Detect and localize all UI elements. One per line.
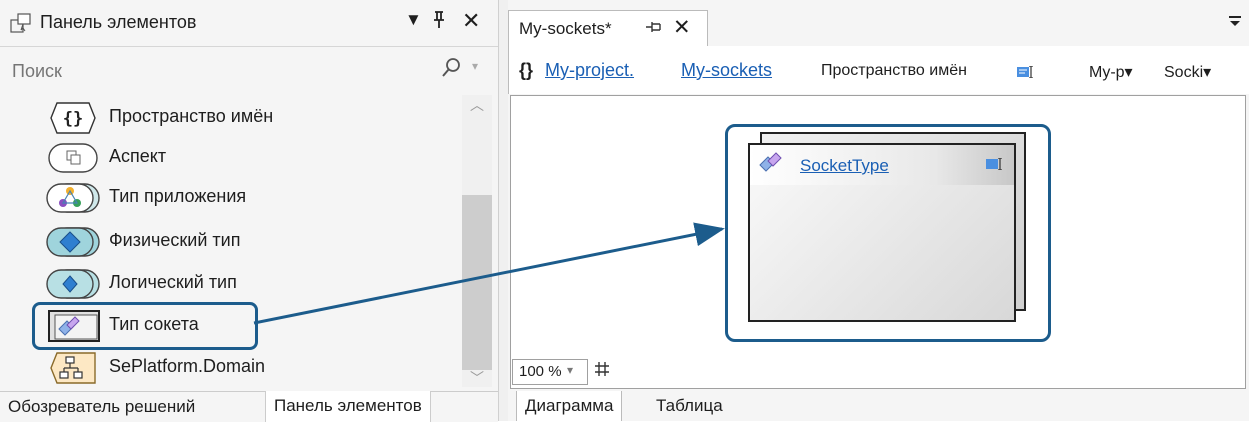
sockets-dropdown[interactable]: Socki▾ [1164, 62, 1211, 82]
diagram-canvas[interactable]: SocketType [510, 95, 1246, 389]
logical-type-icon [46, 269, 100, 299]
toolbox-header: Панель элементов ▼ ✕ [0, 0, 498, 47]
namespace-brace-icon: {} [519, 60, 534, 80]
search-dropdown-icon[interactable]: ▾ [472, 59, 478, 73]
socket-type-icon [759, 152, 782, 172]
toolbox-item-highlight [32, 302, 258, 350]
editor-view-tabs: Диаграмма Таблица [508, 391, 1249, 421]
toolbox-item-label: Пространство имён [109, 106, 274, 126]
toolbox-item-physical-type[interactable]: Физический тип [45, 221, 445, 261]
breadcrumb-project-link[interactable]: My-project. [545, 60, 634, 81]
socket-shape[interactable]: SocketType [748, 143, 1016, 322]
properties-icon[interactable] [1017, 66, 1035, 78]
document-tab-label: My-sockets* [519, 19, 612, 38]
svg-text:{}: {} [63, 109, 83, 129]
breadcrumb-sockets-link[interactable]: My-sockets [681, 60, 772, 81]
search-icon[interactable] [440, 57, 462, 79]
scrollbar-thumb[interactable] [462, 195, 492, 370]
toolbox-item-namespace[interactable]: {} Пространство имён [45, 97, 445, 137]
grid-toggle-icon[interactable] [594, 361, 610, 382]
zoom-value: 100 % [519, 363, 562, 380]
toolbox-item-aspect[interactable]: Аспект [45, 137, 445, 177]
toolbox-item-label: SePlatform.Domain [109, 356, 266, 376]
application-type-icon [46, 183, 100, 213]
chevron-down-icon[interactable]: ▼ [405, 10, 422, 30]
project-dropdown[interactable]: My-p▾ [1089, 62, 1133, 82]
tab-table[interactable]: Таблица [648, 391, 731, 421]
socket-type-name[interactable]: SocketType [800, 156, 889, 176]
document-tab[interactable]: My-sockets* ✕ [508, 10, 708, 47]
editor-area: My-sockets* ✕ {} My-project. My-sockets … [508, 0, 1249, 421]
properties-icon[interactable] [986, 158, 1004, 170]
tab-toolbox[interactable]: Панель элементов [265, 391, 431, 422]
pin-icon[interactable] [645, 19, 663, 40]
zoom-select[interactable]: 100 % ▾ [512, 359, 588, 385]
close-icon[interactable]: ✕ [462, 8, 480, 34]
toolbox-item-label: Физический тип [109, 230, 241, 250]
toolbox-panel: Панель элементов ▼ ✕ ▾ {} Пространство и… [0, 0, 498, 422]
scroll-down-icon[interactable]: ﹀ [470, 368, 484, 388]
breadcrumb: {} My-project. My-sockets Пространство и… [508, 46, 1249, 94]
toolbox-item-logical-type[interactable]: Логический тип [45, 263, 445, 303]
scroll-up-icon[interactable]: ︿ [470, 95, 484, 115]
pin-icon[interactable] [432, 10, 446, 35]
tab-diagram[interactable]: Диаграмма [516, 391, 623, 421]
toolbox-item-label: Логический тип [109, 272, 237, 292]
left-panel-tabs: Обозреватель решений Панель элементов [0, 391, 498, 422]
physical-type-icon [46, 227, 100, 257]
close-icon[interactable]: ✕ [673, 15, 691, 40]
chevron-down-icon: ▾ [567, 363, 574, 377]
tab-overflow-icon[interactable] [1228, 14, 1242, 32]
breadcrumb-kind: Пространство имён [821, 62, 967, 79]
toolbox-item-domain[interactable]: SePlatform.Domain [45, 347, 445, 387]
toolbox-item-label: Тип приложения [109, 186, 247, 206]
search-bar: ▾ [0, 47, 498, 95]
toolbox-item-application-type[interactable]: Тип приложения [45, 177, 445, 217]
namespace-icon: {} [50, 102, 96, 134]
aspect-icon [48, 143, 98, 173]
tab-solution-explorer[interactable]: Обозреватель решений [0, 392, 203, 422]
domain-icon [50, 352, 96, 384]
search-input[interactable] [10, 57, 394, 85]
toolbox-icon [10, 13, 31, 33]
toolbox-item-label: Аспект [109, 146, 167, 166]
toolbox-title: Панель элементов [40, 12, 197, 32]
